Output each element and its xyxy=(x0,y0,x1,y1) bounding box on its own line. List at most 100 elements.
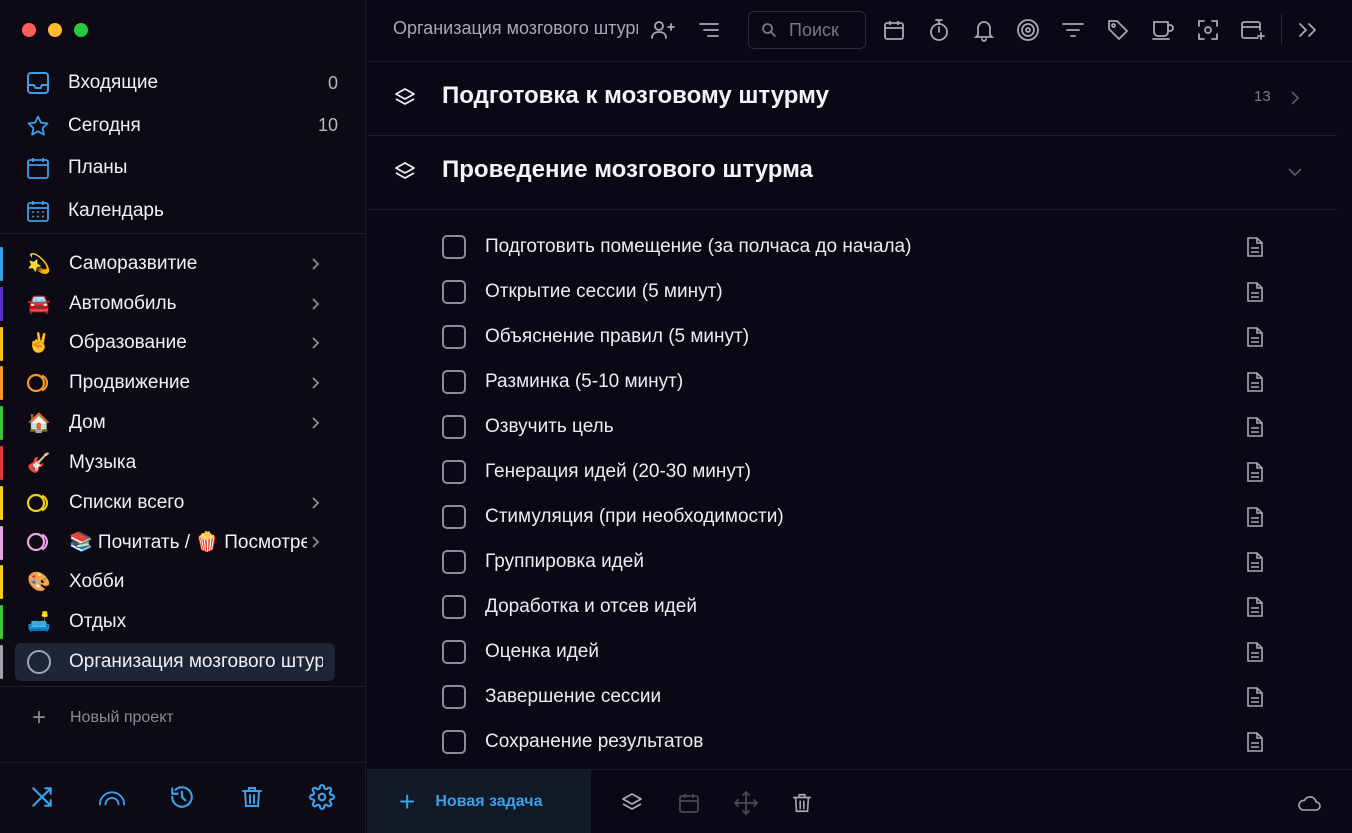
target-icon[interactable] xyxy=(1015,17,1041,43)
project-label: Организация мозгового штурма xyxy=(69,650,323,672)
sort-icon[interactable] xyxy=(696,17,722,43)
project-item-self-development[interactable]: 💫 Саморазвитие xyxy=(0,244,366,284)
note-icon[interactable] xyxy=(1245,551,1265,573)
chevron-right-icon[interactable] xyxy=(308,496,322,510)
project-item-car[interactable]: 🚘 Автомобиль xyxy=(0,284,366,324)
project-item-brainstorm[interactable]: Организация мозгового штурма xyxy=(0,642,366,682)
task-checkbox[interactable] xyxy=(442,595,466,619)
task-checkbox[interactable] xyxy=(442,415,466,439)
note-icon[interactable] xyxy=(1245,371,1265,393)
section-preparation[interactable]: Подготовка к мозговому штурму 13 xyxy=(367,62,1337,136)
project-item-rest[interactable]: 🛋️ Отдых xyxy=(0,602,366,642)
task-title: Открытие сессии (5 минут) xyxy=(485,281,723,302)
project-item-education[interactable]: ✌️ Образование xyxy=(0,324,366,364)
add-window-icon[interactable] xyxy=(1240,17,1266,43)
settings-icon[interactable] xyxy=(308,783,336,811)
project-item-lists[interactable]: Списки всего xyxy=(0,483,366,523)
task-checkbox[interactable] xyxy=(442,325,466,349)
project-item-promotion[interactable]: Продвижение xyxy=(0,363,366,403)
nav-item-calendar[interactable]: Календарь xyxy=(0,190,366,233)
project-color-bar xyxy=(0,406,3,441)
note-icon[interactable] xyxy=(1245,731,1265,753)
task-checkbox[interactable] xyxy=(442,505,466,529)
chevron-right-icon[interactable] xyxy=(308,376,322,390)
chevron-right-icon[interactable] xyxy=(1286,89,1304,107)
chevron-right-icon[interactable] xyxy=(308,535,322,549)
maximize-window-button[interactable] xyxy=(74,23,88,37)
new-task-button[interactable]: + Новая задача xyxy=(367,770,591,833)
chevron-down-icon[interactable] xyxy=(1286,163,1304,181)
note-icon[interactable] xyxy=(1245,506,1265,528)
bottom-bar: + Новая задача xyxy=(367,769,1352,833)
task-checkbox[interactable] xyxy=(442,685,466,709)
task-row[interactable]: Генерация идей (20-30 минут) xyxy=(367,451,1337,496)
task-checkbox[interactable] xyxy=(442,370,466,394)
note-icon[interactable] xyxy=(1245,686,1265,708)
task-checkbox[interactable] xyxy=(442,280,466,304)
project-label: Дом xyxy=(69,412,106,434)
minimize-window-button[interactable] xyxy=(48,23,62,37)
project-item-read-watch[interactable]: 📚 Почитать / 🍿 Посмотреть xyxy=(0,523,366,563)
chevron-right-icon[interactable] xyxy=(308,336,322,350)
new-project-button[interactable]: + Новый проект xyxy=(27,706,174,730)
filter-icon[interactable] xyxy=(1060,17,1086,43)
project-item-hobby[interactable]: 🎨 Хобби xyxy=(0,562,366,602)
focus-icon[interactable] xyxy=(1195,17,1221,43)
calendar-icon[interactable] xyxy=(881,17,907,43)
task-row[interactable]: Доработка и отсев идей xyxy=(367,586,1337,631)
note-icon[interactable] xyxy=(1245,641,1265,663)
task-checkbox[interactable] xyxy=(442,730,466,754)
chevron-right-icon[interactable] xyxy=(308,257,322,271)
task-row[interactable]: Озвучить цель xyxy=(367,406,1337,451)
nav-item-count: 10 xyxy=(317,115,338,136)
task-row[interactable]: Стимуляция (при необходимости) xyxy=(367,496,1337,541)
note-icon[interactable] xyxy=(1245,236,1265,258)
bell-icon[interactable] xyxy=(971,17,997,43)
note-icon[interactable] xyxy=(1245,461,1265,483)
task-row[interactable]: Открытие сессии (5 минут) xyxy=(367,271,1337,316)
note-icon[interactable] xyxy=(1245,416,1265,438)
task-checkbox[interactable] xyxy=(442,235,466,259)
history-icon[interactable] xyxy=(168,783,196,811)
task-row[interactable]: Подготовить помещение (за полчаса до нач… xyxy=(367,226,1337,271)
timer-icon[interactable] xyxy=(926,17,952,43)
task-row[interactable]: Оценка идей xyxy=(367,631,1337,676)
chevron-right-icon[interactable] xyxy=(308,416,322,430)
note-icon[interactable] xyxy=(1245,596,1265,618)
note-icon[interactable] xyxy=(1245,281,1265,303)
task-checkbox[interactable] xyxy=(442,550,466,574)
expand-icon[interactable] xyxy=(1295,17,1321,43)
cup-icon[interactable] xyxy=(1150,17,1176,43)
trash-icon[interactable] xyxy=(238,783,266,811)
note-icon[interactable] xyxy=(1245,326,1265,348)
task-row[interactable]: Завершение сессии xyxy=(367,676,1337,721)
task-row[interactable]: Сохранение результатов xyxy=(367,721,1337,766)
shuffle-icon[interactable] xyxy=(28,783,56,811)
nav-item-count: 0 xyxy=(327,72,338,93)
project-item-home[interactable]: 🏠 Дом xyxy=(0,403,366,443)
nav-item-today[interactable]: Сегодня 10 xyxy=(0,105,366,148)
project-label: 📚 Почитать / 🍿 Посмотреть xyxy=(69,532,307,554)
task-checkbox[interactable] xyxy=(442,460,466,484)
project-label: Музыка xyxy=(69,451,137,473)
section-conduct[interactable]: Проведение мозгового штурма xyxy=(367,136,1337,210)
chevron-right-icon[interactable] xyxy=(308,297,322,311)
trash-icon[interactable] xyxy=(789,790,815,816)
arc-icon[interactable] xyxy=(98,783,126,811)
search-input[interactable]: Поиск xyxy=(748,11,866,49)
task-title: Оценка идей xyxy=(485,641,599,662)
tag-icon[interactable] xyxy=(1105,17,1131,43)
layers-icon[interactable] xyxy=(619,790,645,816)
add-person-icon[interactable] xyxy=(650,17,676,43)
task-row[interactable]: Группировка идей xyxy=(367,541,1337,586)
task-row[interactable]: Разминка (5-10 минут) xyxy=(367,361,1337,406)
task-row[interactable]: Объяснение правил (5 минут) xyxy=(367,316,1337,361)
search-icon xyxy=(762,23,776,37)
project-item-music[interactable]: 🎸 Музыка xyxy=(0,443,366,483)
close-window-button[interactable] xyxy=(22,23,36,37)
nav-item-inbox[interactable]: Входящие 0 xyxy=(0,62,366,105)
nav-item-plans[interactable]: Планы xyxy=(0,147,366,190)
project-color-bar xyxy=(0,485,3,520)
task-checkbox[interactable] xyxy=(442,640,466,664)
cloud-icon[interactable] xyxy=(1296,790,1322,816)
